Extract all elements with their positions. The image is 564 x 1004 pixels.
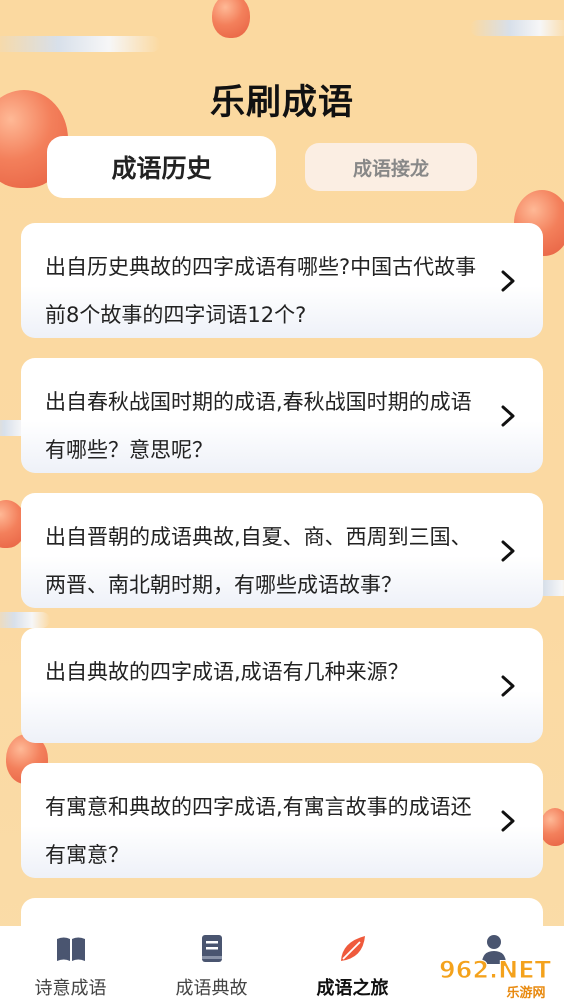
lantern-decoration (212, 0, 250, 38)
list-item-title: 出自历史典故的四字成语有哪些?中国古代故事前8个故事的四字词语12个? (45, 255, 477, 327)
leaf-icon (340, 936, 365, 961)
nav-label: 诗意成语 (34, 978, 107, 999)
cloud-decoration (0, 36, 160, 52)
svg-text:乐游网: 乐游网 (506, 985, 545, 1000)
list-item-title: 出自典故的四字成语,成语有几种来源？ (45, 660, 409, 684)
list-item-title: 出自晋朝的成语典故,自夏、商、西周到三国、两晋、南北朝时期，有哪些成语故事？ (45, 525, 472, 597)
chevron-right-icon (501, 270, 515, 292)
list-item[interactable]: 出自晋朝的成语典故,自夏、商、西周到三国、两晋、南北朝时期，有哪些成语故事？ (21, 493, 543, 608)
lantern-decoration (540, 808, 564, 846)
list-item[interactable]: 出自典故的四字成语,成语有几种来源？ (21, 628, 543, 743)
list-item[interactable]: 有寓意和典故的四字成语,有寓言故事的成语还有寓意？ (21, 763, 543, 878)
nav-item-poetic-idioms[interactable]: 诗意成语 (0, 926, 141, 1004)
tab-idiom-chain[interactable]: 成语接龙 (305, 143, 477, 191)
tab-idiom-history[interactable]: 成语历史 (47, 136, 276, 198)
notebook-icon (201, 935, 222, 962)
nav-label: 成语典故 (175, 978, 248, 999)
nav-label: 成语之旅 (316, 978, 389, 999)
chevron-right-icon (501, 810, 515, 832)
chevron-right-icon (501, 405, 515, 427)
page-title: 乐刷成语 (209, 83, 354, 123)
cloud-decoration (470, 20, 564, 36)
list-item[interactable]: 出自历史典故的四字成语有哪些?中国古代故事前8个故事的四字词语12个? (21, 223, 543, 338)
list-item[interactable]: 出自春秋战国时期的成语,春秋战国时期的成语有哪些？意思呢？ (21, 358, 543, 473)
nav-item-idiom-journey[interactable]: 成语之旅 (282, 926, 423, 1004)
nav-item-idiom-allusions[interactable]: 成语典故 (141, 926, 282, 1004)
book-open-icon (56, 937, 85, 961)
chevron-right-icon (501, 675, 515, 697)
svg-text:962.NET: 962.NET (439, 956, 552, 984)
cloud-decoration (0, 612, 50, 628)
chevron-right-icon (501, 540, 515, 562)
watermark-logo: 962.NET 乐游网 (438, 956, 552, 1001)
list-item-title: 出自春秋战国时期的成语,春秋战国时期的成语有哪些？意思呢？ (45, 390, 472, 462)
list-item-title: 有寓意和典故的四字成语,有寓言故事的成语还有寓意？ (45, 795, 472, 867)
